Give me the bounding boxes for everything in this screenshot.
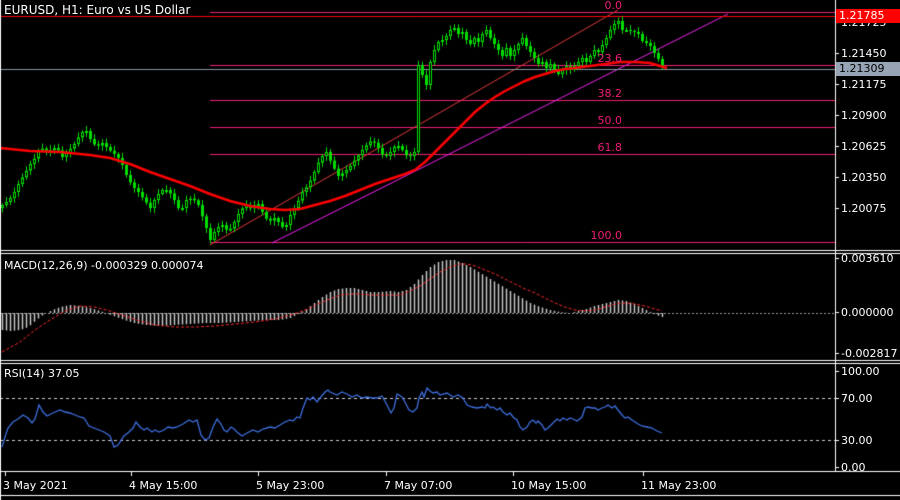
macd-indicator-label: MACD(12,26,9) -0.000329 0.000074 — [4, 259, 204, 272]
fib-level-label: 100.0 — [590, 229, 623, 242]
time-tick-label: 7 May 07:00 — [384, 479, 453, 492]
price-tick-label: 1.20350 — [841, 171, 887, 184]
chart-canvas[interactable] — [0, 0, 900, 500]
fib-level-label: 0.0 — [604, 0, 623, 12]
rsi-tick-label: 100.00 — [841, 365, 880, 378]
fib-level-label: 23.6 — [597, 52, 623, 65]
time-tick-label: 10 May 15:00 — [511, 479, 587, 492]
macd-main-value: -0.000329 — [91, 259, 148, 272]
macd-tick-label: -0.002817 — [841, 347, 898, 360]
time-tick-label: 3 May 2021 — [3, 479, 68, 492]
macd-tick-label: 0.000000 — [841, 306, 894, 319]
trading-chart-window: EURUSD, H1: Euro vs US Dollar MACD(12,26… — [0, 0, 900, 500]
macd-name: MACD(12,26,9) — [4, 259, 88, 272]
rsi-tick-label: 30.00 — [841, 434, 873, 447]
fib-level-label: 50.0 — [597, 114, 623, 127]
time-tick-label: 11 May 23:00 — [641, 479, 717, 492]
time-tick-label: 4 May 15:00 — [129, 479, 198, 492]
macd-signal-value: 0.000074 — [151, 259, 204, 272]
price-tick-label: 1.20900 — [841, 109, 887, 122]
bid-line-badge: 1.21309 — [836, 62, 900, 76]
price-tick-label: 1.20075 — [841, 202, 887, 215]
macd-tick-label: 0.003610 — [841, 252, 894, 265]
chart-title: EURUSD, H1: Euro vs US Dollar — [4, 3, 191, 17]
time-tick-label: 5 May 23:00 — [256, 479, 325, 492]
price-tick-label: 1.20625 — [841, 140, 887, 153]
fib-level-label: 61.8 — [597, 141, 623, 154]
price-tick-label: 1.21450 — [841, 47, 887, 60]
rsi-tick-label: 70.00 — [841, 392, 873, 405]
rsi-value: 37.05 — [47, 367, 80, 380]
fib-level-label: 38.2 — [597, 87, 623, 100]
rsi-indicator-label: RSI(14) 37.05 — [4, 367, 79, 380]
rsi-name: RSI(14) — [4, 367, 45, 380]
ask-line-badge: 1.21785 — [836, 9, 900, 23]
rsi-tick-label: 0.00 — [841, 461, 866, 474]
price-tick-label: 1.21175 — [841, 78, 887, 91]
